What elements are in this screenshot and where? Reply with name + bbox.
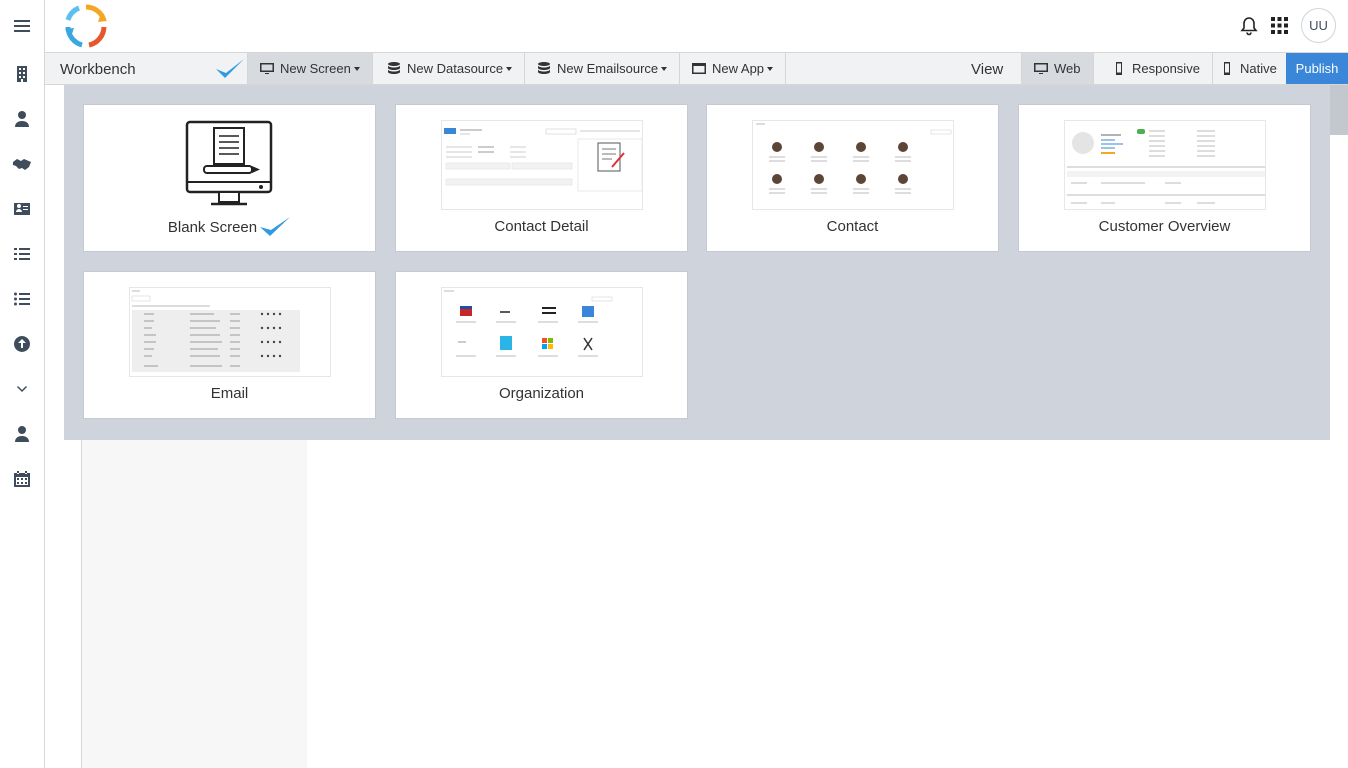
- caret-down-icon: [661, 66, 668, 71]
- database-icon: [388, 62, 400, 74]
- template-card-contact[interactable]: Contact: [706, 104, 999, 252]
- blank-screen-label-row: Blank Screen: [84, 215, 375, 239]
- apps-grid-icon[interactable]: [1271, 17, 1288, 34]
- workbench-title: Workbench: [60, 61, 136, 78]
- selected-checkmark-icon: [260, 217, 291, 236]
- window-icon: [692, 63, 706, 74]
- view-responsive-button[interactable]: Responsive: [1100, 53, 1213, 84]
- new-emailsource-label: New Emailsource: [557, 61, 659, 76]
- template-label: Organization: [498, 385, 585, 402]
- scrollbar-thumb[interactable]: [1330, 85, 1348, 135]
- mobile-icon: [1224, 62, 1230, 75]
- user-avatar[interactable]: UU: [1301, 8, 1336, 43]
- customer-overview-thumbnail: [1064, 120, 1266, 210]
- contact-card-icon[interactable]: [11, 198, 33, 220]
- view-native-button[interactable]: Native: [1208, 53, 1290, 84]
- template-card-organization[interactable]: Organization: [395, 271, 688, 419]
- hamburger-icon[interactable]: [11, 15, 33, 37]
- database-icon: [538, 62, 550, 74]
- view-label: View: [971, 61, 1004, 78]
- calendar-icon[interactable]: [11, 468, 33, 490]
- contact-thumbnail: [752, 120, 954, 210]
- top-header: UU: [45, 0, 1348, 52]
- view-web-label: Web: [1054, 61, 1081, 76]
- upload-icon[interactable]: [11, 333, 33, 355]
- template-card-blank-screen[interactable]: Blank Screen: [83, 104, 376, 252]
- template-card-contact-detail[interactable]: Contact Detail: [395, 104, 688, 252]
- monitor-icon: [1034, 63, 1048, 74]
- organization-thumbnail: [441, 287, 643, 377]
- workbench-toolbar: Workbench New Screen New Datasource New …: [45, 52, 1348, 85]
- template-label: Blank Screen: [167, 218, 258, 236]
- caret-down-icon: [353, 66, 360, 71]
- view-native-label: Native: [1240, 61, 1277, 76]
- left-nav-rail: [0, 0, 45, 768]
- caret-down-icon: [506, 66, 513, 71]
- user-icon[interactable]: [11, 423, 33, 445]
- template-label: Contact: [826, 218, 879, 235]
- new-screen-label: New Screen: [280, 61, 351, 76]
- blank-screen-thumbnail: [129, 120, 331, 210]
- handshake-icon[interactable]: [11, 153, 33, 175]
- building-icon[interactable]: [11, 63, 33, 85]
- caret-down-icon: [767, 66, 774, 71]
- list-icon[interactable]: [11, 288, 33, 310]
- view-web-button[interactable]: Web: [1021, 53, 1094, 84]
- screen-template-menu: Blank Screen Contact Detail Contact Cust…: [64, 85, 1330, 440]
- user-icon[interactable]: [11, 108, 33, 130]
- notification-bell-icon[interactable]: [1239, 16, 1259, 36]
- app-logo[interactable]: [63, 3, 109, 49]
- template-label: Customer Overview: [1098, 218, 1231, 235]
- new-datasource-dropdown[interactable]: New Datasource: [375, 53, 526, 84]
- template-card-email[interactable]: Email: [83, 271, 376, 419]
- list-icon[interactable]: [11, 243, 33, 265]
- monitor-icon: [260, 63, 274, 74]
- contact-detail-thumbnail: [441, 120, 643, 210]
- chevron-down-icon[interactable]: [11, 378, 33, 400]
- template-card-customer-overview[interactable]: Customer Overview: [1018, 104, 1311, 252]
- template-label: Contact Detail: [494, 218, 589, 235]
- checkmark-icon: [216, 59, 244, 78]
- template-label: Email: [210, 385, 249, 402]
- new-app-label: New App: [712, 61, 765, 76]
- new-screen-dropdown[interactable]: New Screen: [247, 53, 373, 84]
- publish-button[interactable]: Publish: [1286, 53, 1348, 84]
- new-emailsource-dropdown[interactable]: New Emailsource: [525, 53, 681, 84]
- new-app-dropdown[interactable]: New App: [680, 53, 787, 84]
- email-thumbnail: [129, 287, 331, 377]
- view-responsive-label: Responsive: [1132, 61, 1200, 76]
- mobile-icon: [1116, 62, 1122, 75]
- new-datasource-label: New Datasource: [407, 61, 504, 76]
